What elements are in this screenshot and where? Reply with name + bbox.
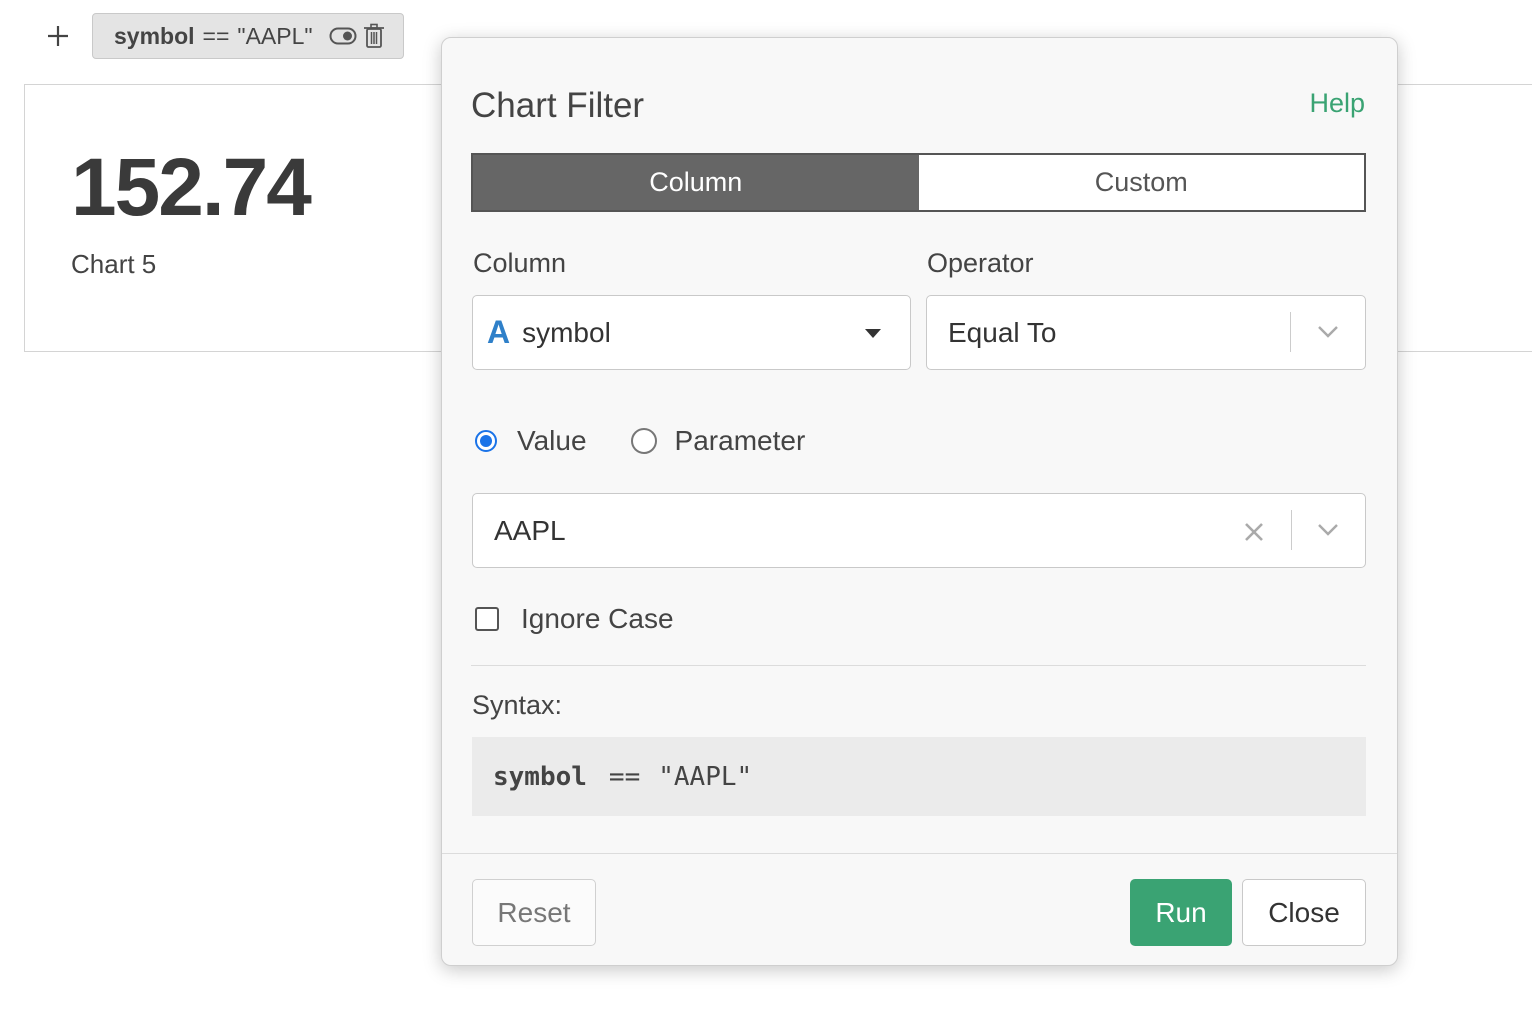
trash-icon[interactable] (363, 23, 385, 49)
tab-column[interactable]: Column (473, 155, 919, 210)
syntax-field: symbol (493, 761, 587, 792)
dialog-title: Chart Filter (471, 86, 645, 125)
syntax-value: "AAPL" (658, 761, 753, 792)
add-filter-button[interactable] (40, 18, 76, 54)
tab-custom[interactable]: Custom (918, 155, 1364, 210)
plus-icon (48, 26, 68, 46)
toggle-icon[interactable] (329, 27, 357, 45)
filter-chip-value: "AAPL" (237, 22, 313, 49)
select-separator (1290, 312, 1291, 352)
parameter-radio-label: Parameter (674, 425, 806, 456)
chevron-down-icon[interactable] (1315, 318, 1341, 344)
value-radio-label: Value (517, 425, 587, 456)
mode-radio-group: Value Parameter (475, 425, 805, 457)
clear-icon[interactable] (1243, 521, 1265, 543)
string-type-icon: A (487, 314, 511, 350)
chevron-down-icon[interactable] (1315, 516, 1341, 542)
caret-down-icon (865, 329, 881, 338)
operator-label: Operator (927, 248, 1034, 278)
ignore-case-row: Ignore Case (475, 603, 674, 635)
ignore-case-label: Ignore Case (521, 603, 674, 634)
value-input[interactable]: AAPL (472, 493, 1366, 568)
filter-chip-operator: == (202, 22, 230, 49)
parameter-radio[interactable] (630, 428, 657, 454)
close-button[interactable]: Close (1242, 879, 1366, 946)
chart-name: Chart 5 (71, 249, 157, 279)
filter-type-tabs: Column Custom (471, 153, 1366, 212)
ignore-case-checkbox[interactable] (475, 607, 499, 631)
help-link[interactable]: Help (1309, 88, 1365, 119)
syntax-label: Syntax: (472, 690, 563, 720)
operator-select[interactable]: Equal To (926, 295, 1366, 370)
chart-filter-dialog: Chart Filter Help Column Custom Column O… (441, 37, 1398, 966)
value-input-text: AAPL (494, 514, 566, 546)
chart-value: 152.74 (71, 142, 312, 233)
filter-chip-field: symbol (114, 22, 195, 49)
footer-divider (442, 853, 1397, 854)
operator-select-value: Equal To (948, 316, 1057, 348)
select-separator (1291, 510, 1292, 550)
syntax-operator: == (608, 761, 641, 792)
column-label: Column (473, 248, 567, 278)
divider (471, 665, 1366, 666)
column-select-value: symbol (522, 316, 611, 348)
run-button[interactable]: Run (1130, 879, 1232, 946)
value-radio[interactable] (475, 430, 497, 452)
column-select[interactable]: A symbol (472, 295, 911, 370)
syntax-preview: symbol == "AAPL" (472, 737, 1366, 816)
reset-button[interactable]: Reset (472, 879, 596, 946)
filter-chip[interactable]: symbol == "AAPL" (92, 13, 404, 59)
